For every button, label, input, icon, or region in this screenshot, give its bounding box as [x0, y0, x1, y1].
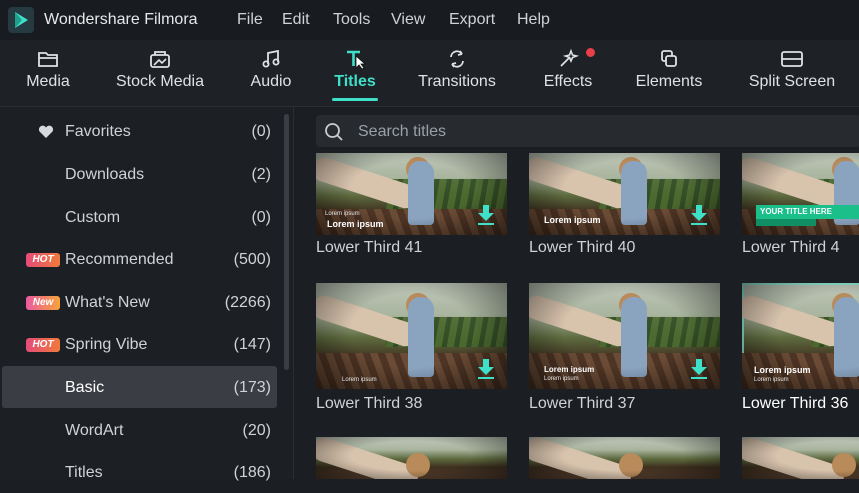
title-card-lower-third-41[interactable]: Lorem ipsum Lorem ipsum Lower Third 41 — [316, 153, 507, 256]
sidebar-item-label: Custom — [65, 209, 121, 226]
title-card-lower-third-4[interactable]: YOUR TITLE HERE Lower Third 4 — [742, 153, 859, 256]
titles-browser: Lorem ipsum Lorem ipsum Lower Third 41 L… — [294, 107, 859, 479]
transitions-icon — [412, 49, 502, 69]
sidebar-item-label: What's New — [65, 294, 150, 311]
title-card-label: Lower Third 37 — [529, 395, 636, 412]
filmora-logo-icon — [8, 7, 34, 33]
menu-help[interactable]: Help — [517, 11, 550, 29]
title-card-lower-third-40[interactable]: Lorem ipsum Lower Third 40 — [529, 153, 720, 256]
elements-icon — [628, 49, 710, 69]
menu-tools[interactable]: Tools — [333, 11, 370, 29]
sidebar-item-downloads[interactable]: Downloads (2) — [2, 153, 277, 195]
tab-effects[interactable]: Effects — [536, 40, 600, 106]
menu-file[interactable]: File — [237, 11, 263, 29]
sidebar-item-recommended[interactable]: HOT Recommended (500) — [2, 238, 277, 280]
search-input[interactable] — [356, 119, 760, 145]
hot-badge: HOT — [26, 253, 60, 267]
title-thumbnail — [529, 437, 720, 479]
download-icon[interactable] — [690, 204, 708, 226]
title-thumbnail: Lorem ipsum Lorem ipsum — [316, 153, 507, 235]
title-card[interactable] — [316, 437, 507, 479]
sidebar-item-spring-vibe[interactable]: HOT Spring Vibe (147) — [2, 323, 277, 365]
title-card-label: Lower Third 4 — [742, 239, 840, 256]
tab-titles[interactable]: Titles — [326, 40, 384, 106]
stock-media-icon — [108, 49, 212, 69]
sidebar-item-custom[interactable]: Custom (0) — [2, 196, 277, 238]
search-bar — [316, 115, 859, 147]
title-thumbnail: Lorem ipsum — [529, 153, 720, 235]
active-tab-indicator — [332, 98, 378, 101]
search-icon — [325, 123, 343, 141]
sidebar-item-count: (2266) — [224, 294, 271, 311]
menu-edit[interactable]: Edit — [282, 11, 310, 29]
title-thumbnail: YOUR TITLE HERE — [742, 153, 859, 235]
menu-bar: Wondershare Filmora File Edit Tools View… — [0, 0, 859, 40]
sidebar-item-label: Recommended — [65, 251, 174, 268]
title-thumbnail — [742, 437, 859, 479]
title-card-label: Lower Third 38 — [316, 395, 423, 412]
tab-media[interactable]: Media — [18, 40, 78, 106]
titles-icon — [326, 49, 384, 69]
title-card[interactable] — [529, 437, 720, 479]
sidebar-item-count: (500) — [233, 251, 271, 268]
sidebar-item-count: (173) — [233, 379, 271, 396]
sidebar-item-label: Spring Vibe — [65, 336, 148, 353]
music-note-icon — [242, 49, 300, 69]
sidebar-item-label: WordArt — [65, 422, 124, 439]
sidebar-item-count: (186) — [233, 464, 271, 481]
effects-notification-dot — [586, 48, 595, 57]
title-thumbnail: Lorem ipsum Lorem ipsum — [742, 283, 859, 389]
download-icon[interactable] — [477, 358, 495, 380]
sidebar-item-wordart[interactable]: WordArt (20) — [2, 409, 277, 451]
category-sidebar: Favorites (0) Downloads (2) Custom (0) H… — [0, 107, 293, 481]
sidebar-item-label: Favorites — [65, 123, 131, 140]
title-thumbnail: Lorem ipsum — [316, 283, 507, 389]
tab-split-screen[interactable]: Split Screen — [740, 40, 844, 106]
sidebar-item-whats-new[interactable]: New What's New (2266) — [2, 281, 277, 323]
sidebar-item-basic[interactable]: Basic (173) — [2, 366, 277, 408]
app-title: Wondershare Filmora — [44, 11, 198, 28]
sidebar-item-count: (20) — [242, 422, 271, 439]
sidebar-item-count: (2) — [251, 166, 271, 183]
tab-audio[interactable]: Audio — [242, 40, 300, 106]
sidebar-item-label: Titles — [65, 464, 103, 481]
tab-transitions[interactable]: Transitions — [412, 40, 502, 106]
sidebar-item-count: (147) — [233, 336, 271, 353]
title-thumbnail: Lorem ipsum Lorem ipsum — [529, 283, 720, 389]
title-card-lower-third-37[interactable]: Lorem ipsum Lorem ipsum Lower Third 37 — [529, 283, 720, 412]
title-thumbnail — [316, 437, 507, 479]
sidebar-item-count: (0) — [251, 123, 271, 140]
module-toolbar: Media Stock Media Audio Titles Transitio… — [0, 40, 859, 107]
sidebar-item-label: Basic — [65, 379, 105, 396]
split-screen-icon — [740, 49, 844, 69]
hot-badge: HOT — [26, 338, 60, 352]
sidebar-scrollbar[interactable] — [284, 114, 289, 370]
tab-elements[interactable]: Elements — [628, 40, 710, 106]
title-card-label: Lower Third 40 — [529, 239, 636, 256]
menu-export[interactable]: Export — [449, 11, 495, 29]
sidebar-item-titles[interactable]: Titles (186) — [2, 451, 277, 493]
title-card-label: Lower Third 36 — [742, 395, 849, 412]
download-icon[interactable] — [477, 204, 495, 226]
heart-icon — [38, 125, 54, 144]
title-card[interactable] — [742, 437, 859, 479]
download-icon[interactable] — [690, 358, 708, 380]
sidebar-item-label: Downloads — [65, 166, 145, 183]
title-card-label: Lower Third 41 — [316, 239, 423, 256]
tab-stock-media[interactable]: Stock Media — [108, 40, 212, 106]
new-badge: New — [26, 296, 60, 310]
folder-icon — [18, 49, 78, 69]
title-card-lower-third-38[interactable]: Lorem ipsum Lower Third 38 — [316, 283, 507, 412]
sidebar-item-count: (0) — [251, 209, 271, 226]
menu-view[interactable]: View — [391, 11, 425, 29]
sidebar-item-favorites[interactable]: Favorites (0) — [2, 110, 277, 152]
title-card-lower-third-36[interactable]: Lorem ipsum Lorem ipsum Lower Third 36 — [742, 283, 859, 412]
